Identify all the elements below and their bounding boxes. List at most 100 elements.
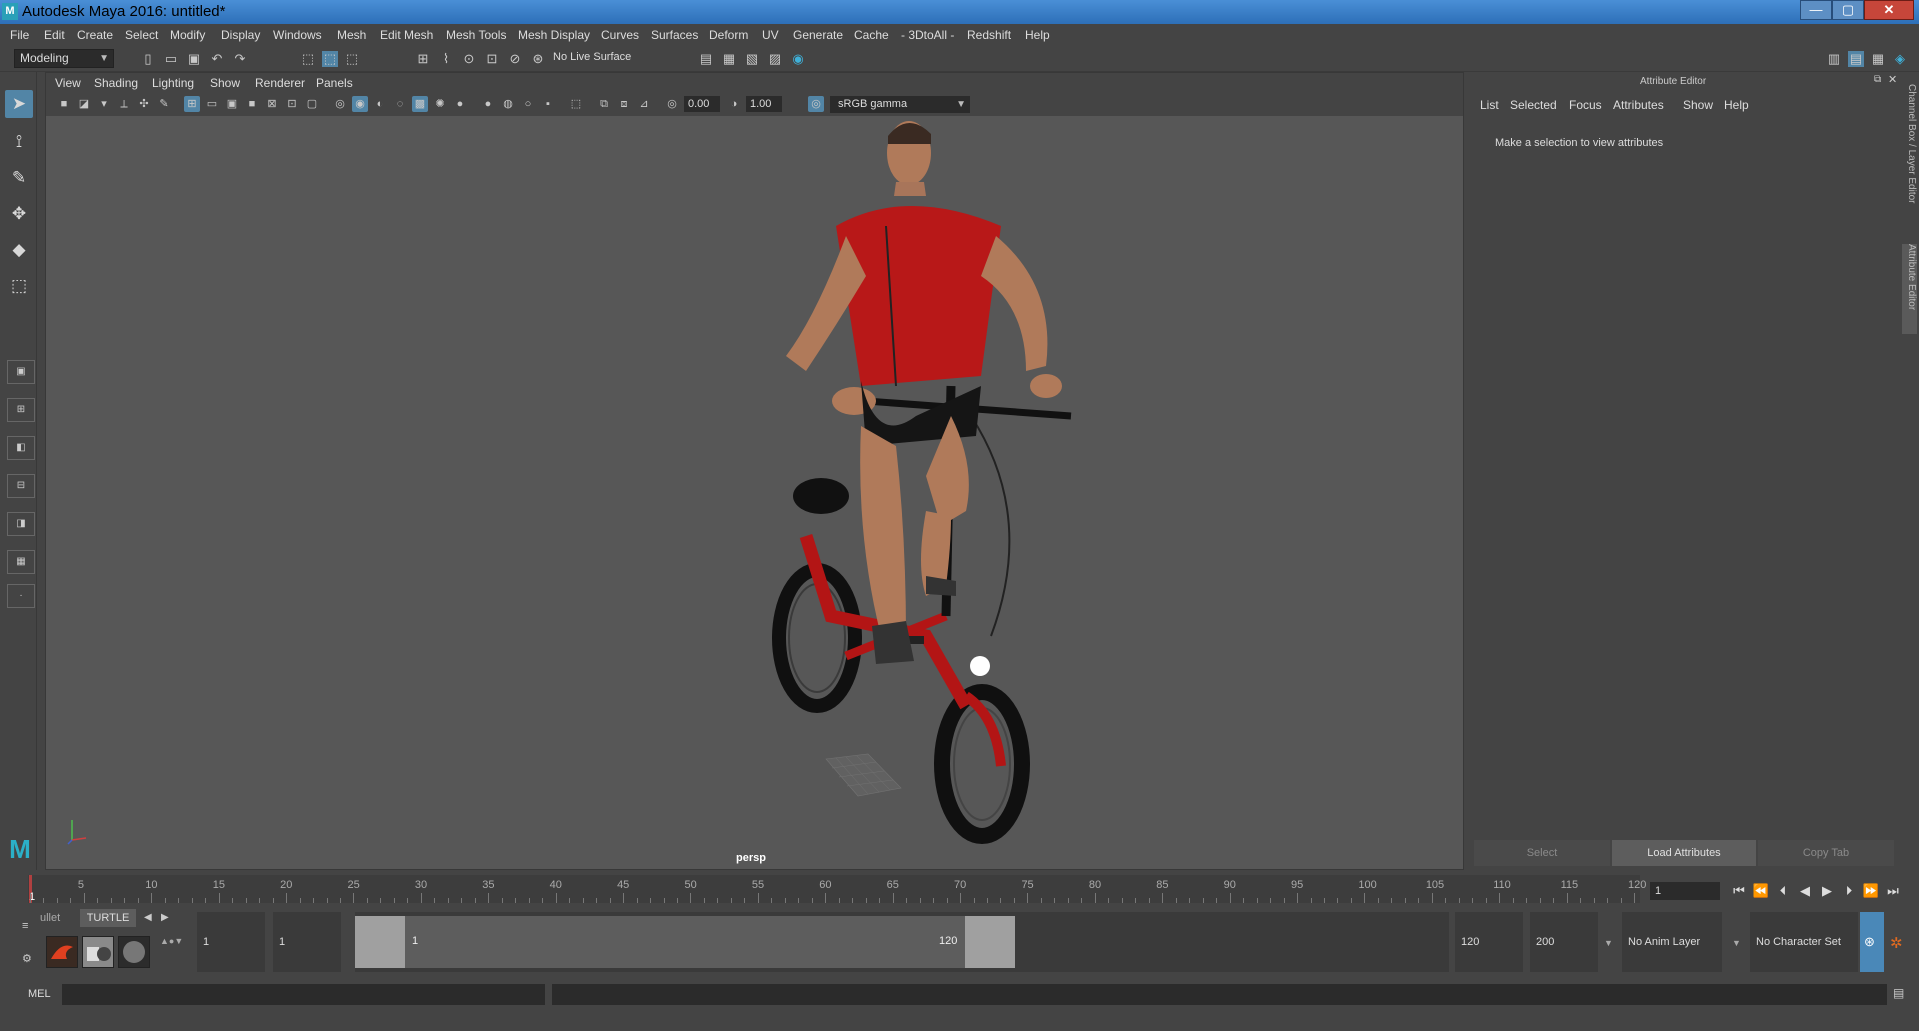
two-pane-side-layout-icon[interactable]: ◧ (7, 436, 35, 460)
snap-curve-icon[interactable]: ⌇ (438, 51, 454, 67)
chevron-down-icon[interactable]: ▼ (1604, 938, 1613, 948)
custom-layout-icon[interactable]: · (7, 584, 35, 608)
menu-generate[interactable]: Generate (793, 28, 843, 42)
close-button[interactable]: ✕ (1864, 0, 1914, 20)
shelf-scroll-icon[interactable]: ▲●▼ (160, 936, 183, 946)
select-component-icon[interactable]: ⬚ (344, 51, 360, 67)
script-language-toggle[interactable]: MEL (28, 988, 51, 1000)
tab-attribute-editor[interactable]: Attribute Editor (1902, 244, 1917, 334)
menu-edit-mesh[interactable]: Edit Mesh (380, 28, 433, 42)
menu-help[interactable]: Help (1025, 28, 1050, 42)
render-settings-icon[interactable]: ▨ (767, 51, 783, 67)
menu-redshift[interactable]: Redshift (967, 28, 1011, 42)
new-scene-icon[interactable]: ▯ (140, 51, 156, 67)
character-set-dropdown[interactable]: No Character Set (1750, 912, 1858, 972)
view-transform-dropdown[interactable]: sRGB gamma ▼ (830, 96, 970, 113)
film-gate-icon[interactable]: ▭ (204, 96, 220, 112)
minimize-button[interactable]: — (1800, 0, 1832, 20)
animation-preferences-icon[interactable]: ✲ (1890, 934, 1903, 952)
menu-deform[interactable]: Deform (709, 28, 748, 42)
playback-start-field[interactable]: 1 (273, 912, 341, 972)
open-scene-icon[interactable]: ▭ (163, 51, 179, 67)
panel-menu-show[interactable]: Show (210, 76, 240, 90)
range-slider-bar[interactable]: 1 120 (355, 912, 1449, 972)
image-plane-icon[interactable]: ⟂ (116, 96, 132, 112)
3d-viewport[interactable]: persp (46, 116, 1463, 869)
snap-point-icon[interactable]: ⊙ (461, 51, 477, 67)
current-frame-field[interactable]: 1 (1650, 882, 1720, 900)
menu-mesh-display[interactable]: Mesh Display (518, 28, 590, 42)
redo-icon[interactable]: ↷ (232, 51, 248, 67)
step-back-key-icon[interactable]: ⏪ (1752, 883, 1770, 899)
turtle-bake-shelf-icon[interactable] (82, 936, 114, 968)
time-slider-track[interactable]: 1 5 10 15 20 25 30 35 40 45 50 55 60 65 70 75 80 85 90 95 10… (28, 875, 1646, 903)
depth-of-field-icon[interactable]: ▪ (540, 96, 556, 112)
scale-tool-icon[interactable]: ⬚ (5, 272, 33, 300)
exposure-field[interactable]: 0.00 (684, 96, 720, 112)
step-back-frame-icon[interactable]: ⏴ (1774, 883, 1792, 899)
grid-icon[interactable]: ⊞ (184, 96, 200, 112)
select-object-icon[interactable]: ⬚ (322, 51, 338, 67)
ae-menu-help[interactable]: Help (1724, 98, 1749, 112)
command-input[interactable] (62, 984, 545, 1005)
menu-create[interactable]: Create (77, 28, 113, 42)
lasso-tool-icon[interactable]: ⟟ (5, 128, 33, 156)
ae-menu-list[interactable]: List (1480, 98, 1499, 112)
gate-mask-icon[interactable]: ■ (244, 96, 260, 112)
range-end-handle[interactable] (965, 916, 1015, 968)
shelf-tab-bullet[interactable]: ullet (40, 912, 60, 924)
panel-menu-lighting[interactable]: Lighting (152, 76, 194, 90)
go-to-end-icon[interactable]: ⏭ (1884, 883, 1902, 899)
two-d-pan-zoom-icon[interactable]: ✣ (136, 96, 152, 112)
copy-tab-button[interactable]: Copy Tab (1758, 840, 1894, 866)
range-start-handle[interactable] (355, 916, 405, 968)
bookmark-icon[interactable]: ▾ (96, 96, 112, 112)
ae-menu-focus[interactable]: Focus (1569, 98, 1602, 112)
menu-cache[interactable]: Cache (854, 28, 889, 42)
menu-file[interactable]: File (10, 28, 29, 42)
paint-select-tool-icon[interactable]: ✎ (5, 164, 33, 192)
motion-blur-icon[interactable]: ◍ (500, 96, 516, 112)
turtle-sphere-shelf-icon[interactable] (118, 936, 150, 968)
menu-set-dropdown[interactable]: Modeling ▼ (14, 49, 114, 68)
grease-pencil-icon[interactable]: ✎ (156, 96, 172, 112)
ae-menu-attributes[interactable]: Attributes (1613, 98, 1664, 112)
shadows-icon[interactable]: ● (452, 96, 468, 112)
animation-end-field[interactable]: 200 (1530, 912, 1598, 972)
shelf-tab-turtle[interactable]: TURTLE (80, 909, 136, 927)
menu-edit[interactable]: Edit (44, 28, 65, 42)
tool-settings-icon[interactable]: ▦ (1870, 51, 1886, 67)
xray-joints-icon[interactable]: ⧉ (596, 96, 612, 112)
single-pane-layout-icon[interactable]: ▣ (7, 360, 35, 384)
graph-layout-icon[interactable]: ▦ (7, 550, 35, 574)
gamma-field[interactable]: 1.00 (746, 96, 782, 112)
chevron-down-icon[interactable]: ▼ (1732, 938, 1741, 948)
maximize-button[interactable]: ▢ (1832, 0, 1864, 20)
anti-aliasing-icon[interactable]: ○ (520, 96, 536, 112)
wireframe-on-shaded-icon[interactable]: ◐ (372, 96, 388, 112)
play-forwards-icon[interactable]: ▶ (1818, 883, 1836, 899)
safe-action-icon[interactable]: ⊡ (284, 96, 300, 112)
go-to-start-icon[interactable]: ⏮ (1730, 883, 1748, 899)
two-pane-stacked-layout-icon[interactable]: ⊟ (7, 474, 35, 498)
shelf-settings-icon[interactable]: ⚙ (22, 952, 32, 965)
xray-icon[interactable]: ◌ (392, 96, 408, 112)
smooth-shade-icon[interactable]: ◉ (352, 96, 368, 112)
menu-3dtoall[interactable]: - 3DtoAll - (901, 28, 954, 42)
playback-end-field[interactable]: 120 (1455, 912, 1523, 972)
menu-surfaces[interactable]: Surfaces (651, 28, 698, 42)
outliner-layout-icon[interactable]: ◨ (7, 512, 35, 536)
panel-menu-shading[interactable]: Shading (94, 76, 138, 90)
screen-space-ao-icon[interactable]: ● (480, 96, 496, 112)
anim-layer-dropdown[interactable]: No Anim Layer (1622, 912, 1722, 972)
camera-attributes-icon[interactable]: ◪ (76, 96, 92, 112)
resolution-gate-icon[interactable]: ▣ (224, 96, 240, 112)
script-editor-icon[interactable]: ▤ (1893, 986, 1904, 1000)
channel-box-toggle-icon[interactable]: ◈ (1892, 51, 1908, 67)
panel-menu-renderer[interactable]: Renderer (255, 76, 305, 90)
close-panel-icon[interactable]: ✕ (1888, 73, 1897, 86)
menu-curves[interactable]: Curves (601, 28, 639, 42)
step-forward-key-icon[interactable]: ⏩ (1862, 883, 1880, 899)
safe-title-icon[interactable]: ▢ (304, 96, 320, 112)
float-panel-icon[interactable]: ⧉ (1874, 74, 1881, 85)
